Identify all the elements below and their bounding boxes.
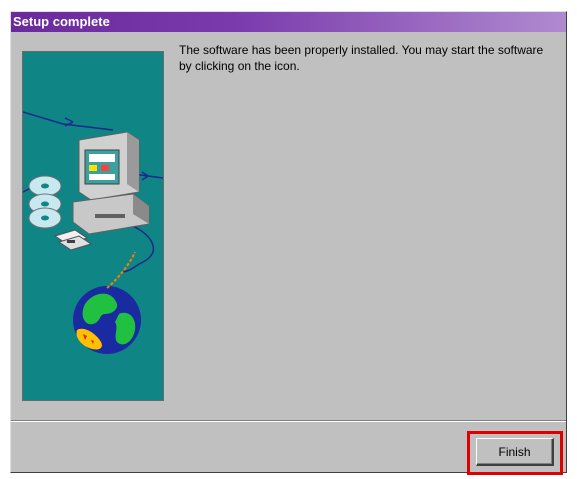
- dialog-title: Setup complete: [11, 12, 566, 32]
- setup-dialog: Setup complete The software has been pro…: [10, 11, 567, 475]
- floppy-disk-icon: [53, 229, 93, 251]
- dialog-content: The software has been properly installed…: [11, 32, 566, 420]
- setup-illustration-graphic: [23, 111, 163, 354]
- globe-icon: [73, 251, 141, 354]
- computer-icon: [72, 131, 150, 235]
- cd-disc-icon: [28, 175, 62, 229]
- setup-illustration: [22, 51, 164, 401]
- finish-button[interactable]: Finish: [476, 438, 554, 466]
- completion-message: The software has been properly installed…: [179, 43, 544, 73]
- button-separator: [11, 420, 566, 422]
